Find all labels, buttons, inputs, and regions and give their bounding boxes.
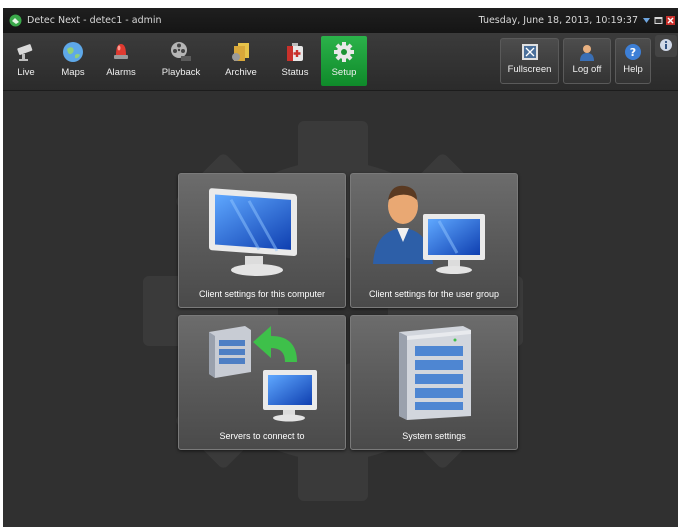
tile-label: System settings [402,431,466,441]
info-button[interactable] [655,35,677,57]
fullscreen-button[interactable]: Fullscreen [500,38,559,84]
globe-icon [63,42,83,62]
gear-icon [334,42,354,62]
close-icon[interactable] [666,16,675,25]
help-button[interactable]: ? Help [615,38,651,84]
live-button[interactable]: Live [7,36,45,86]
info-icon [660,39,672,51]
user-icon [580,45,594,61]
log-off-button[interactable]: Log off [563,38,611,84]
server-connect-icon [209,326,317,422]
fullscreen-icon [521,44,538,60]
svg-text:?: ? [630,46,636,59]
first-aid-kit-icon [287,43,303,61]
maps-button[interactable]: Maps [53,36,93,86]
film-reel-icon [171,42,191,61]
monitor-icon [209,188,297,276]
camera-icon [17,44,33,61]
archive-button[interactable]: Archive [219,36,263,86]
tile-label: Servers to connect to [219,431,305,441]
window-title: Detec Next - detec1 - admin [27,15,162,26]
tile-label: Client settings for the user group [368,289,500,299]
alarm-siren-icon [114,44,128,59]
server-tower-icon [399,326,471,420]
maximize-icon[interactable] [654,16,663,25]
client-settings-user-group-tile[interactable]: Client settings for the user group [350,173,518,308]
setup-panel: Client settings for this computer Client… [3,91,678,527]
user-group-monitor-icon [373,185,485,274]
setup-button[interactable]: Setup [321,36,367,86]
alarms-button[interactable]: Alarms [99,36,143,86]
servers-to-connect-tile[interactable]: Servers to connect to [178,315,346,450]
status-button[interactable]: Status [275,36,315,86]
client-settings-computer-tile[interactable]: Client settings for this computer [178,173,346,308]
system-settings-tile[interactable]: System settings [350,315,518,450]
app-logo-icon [9,14,22,27]
main-toolbar: Live Maps Alarms Playback Archive Status… [3,33,678,91]
dropdown-icon[interactable] [642,16,651,25]
help-icon: ? [625,44,641,60]
title-bar: Detec Next - detec1 - admin Tuesday, Jun… [3,8,678,33]
archive-folders-icon [232,43,249,61]
background-gear-icon [143,121,523,501]
tile-label: Client settings for this computer [198,289,326,299]
app-window: Detec Next - detec1 - admin Tuesday, Jun… [3,8,678,527]
date-time: Tuesday, June 18, 2013, 10:19:37 [478,15,638,26]
playback-button[interactable]: Playback [157,36,205,86]
